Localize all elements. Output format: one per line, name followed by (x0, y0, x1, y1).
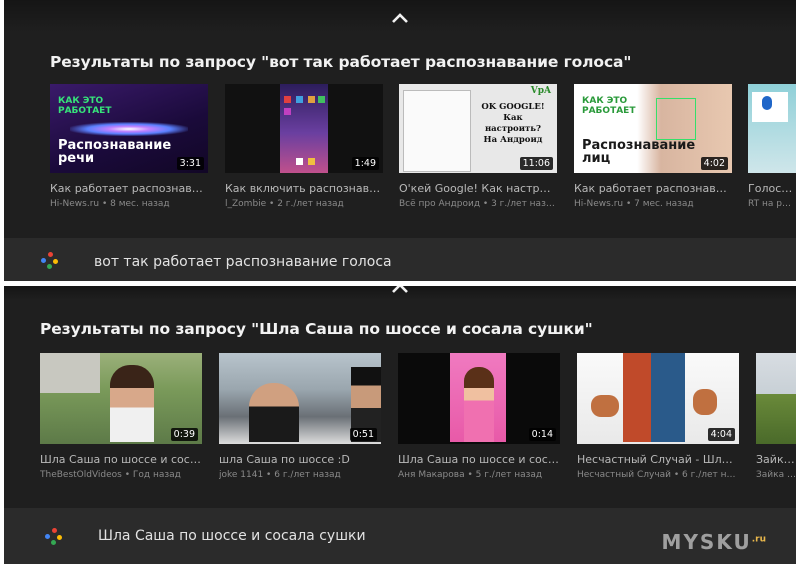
thumbnail-tag-text: КАК ЭТО РАБОТАЕТ (58, 96, 112, 116)
video-duration: 11:06 (519, 157, 553, 170)
video-duration: 0:39 (170, 428, 198, 441)
video-thumbnail[interactable]: VpA OK GOOGLE! Как настроить? На Андроид… (399, 84, 557, 173)
video-title: Зайка З (756, 453, 796, 466)
video-card[interactable]: Голосове RT на русс (748, 84, 796, 209)
person-graphic (249, 383, 299, 442)
video-meta: joke 1141 • 6 г./лет назад (219, 470, 341, 480)
chevron-up-icon[interactable] (391, 12, 409, 24)
person-graphic (110, 365, 154, 442)
video-title: Как работает распознаван... (50, 182, 208, 195)
tv-screen-top: Результаты по запросу "вот так работает … (4, 0, 796, 281)
video-card[interactable]: 0:14 Шла Саша по шоссе и соса... Аня Мак… (398, 353, 560, 480)
video-card[interactable]: 0:51 шла Саша по шоссе :D joke 1141 • 6 … (219, 353, 381, 480)
video-meta: l_Zombie • 2 г./лет назад (225, 199, 344, 209)
face-detection-box (656, 98, 696, 140)
video-duration: 0:51 (349, 428, 377, 441)
video-thumbnail[interactable]: 1:49 (225, 84, 383, 173)
tv-screen-bottom: Результаты по запросу "Шла Саша по шоссе… (4, 286, 796, 564)
video-title: Шла Саша по шоссе и соса... (40, 453, 202, 466)
video-meta: Hi-News.ru • 8 мес. назад (50, 199, 170, 209)
video-card[interactable]: 4:04 Несчастный Случай - Шла ... Несчаст… (577, 353, 739, 480)
video-meta: Несчастный Случай • 6 г./лет назад (577, 470, 739, 480)
google-assistant-icon[interactable] (40, 251, 62, 273)
video-title: Шла Саша по шоссе и соса... (398, 453, 560, 466)
video-meta: RT на русс (748, 199, 796, 209)
video-thumbnail[interactable]: 4:04 (577, 353, 739, 444)
figure-graphic (623, 353, 685, 442)
video-thumbnail[interactable] (748, 84, 796, 173)
video-title: Голосове (748, 182, 796, 195)
assistant-query-bar: вот так работает распознавание голоса (4, 238, 796, 281)
assistant-query-bar: Шла Саша по шоссе и сосала сушки MYSKU.r… (4, 508, 796, 564)
video-card[interactable]: 1:49 Как включить распознаван... l_Zombi… (225, 84, 383, 209)
hand-graphic (591, 395, 619, 417)
video-thumbnail[interactable]: 0:39 (40, 353, 202, 444)
results-panel: Результаты по запросу "вот так работает … (4, 32, 796, 238)
assistant-query-text: вот так работает распознавание голоса (94, 254, 392, 270)
chevron-up-icon[interactable] (391, 286, 409, 294)
video-thumbnail[interactable]: КАК ЭТО РАБОТАЕТ Распознавание лиц 4:02 (574, 84, 732, 173)
video-title: Как включить распознаван... (225, 182, 383, 195)
thumbnail-tag-text: КАК ЭТО РАБОТАЕТ (582, 96, 636, 116)
video-thumbnail[interactable]: КАК ЭТО РАБОТАЕТ Распознавание речи 3:31 (50, 84, 208, 173)
video-thumbnail[interactable]: 0:51 (219, 353, 381, 444)
video-duration: 3:31 (176, 157, 204, 170)
video-card[interactable]: 0:39 Шла Саша по шоссе и соса... TheBest… (40, 353, 202, 480)
video-card[interactable]: Зайка З Зайка Зай (756, 353, 796, 480)
video-card[interactable]: VpA OK GOOGLE! Как настроить? На Андроид… (399, 84, 557, 209)
results-title: Результаты по запросу "вот так работает … (50, 53, 632, 71)
video-title: шла Саша по шоссе :D (219, 453, 350, 466)
video-card[interactable]: КАК ЭТО РАБОТАЕТ Распознавание речи 3:31… (50, 84, 208, 209)
video-duration: 0:14 (528, 428, 556, 441)
video-meta: Зайка Зай (756, 470, 796, 480)
channel-badge: VpA (530, 86, 551, 96)
google-assistant-icon[interactable] (44, 527, 66, 549)
video-duration: 4:04 (707, 428, 735, 441)
video-meta: Всё про Андроид • 3 г./лет назад (399, 199, 557, 209)
thumbnail-heading-text: OK GOOGLE! Как настроить? На Андроид (481, 102, 545, 145)
site-watermark: MYSKU.ru (661, 530, 766, 554)
house-graphic (40, 353, 100, 393)
hand-graphic (693, 389, 717, 415)
voice-wave-graphic (70, 122, 188, 136)
assistant-query-text: Шла Саша по шоссе и сосала сушки (98, 528, 366, 544)
person-graphic (464, 367, 494, 442)
thumbnail-heading-text: Распознавание речи (58, 138, 172, 166)
video-title: Как работает распознаван... (574, 182, 732, 195)
phone-screenshot-graphic (403, 90, 471, 172)
video-title: О'кей Google! Как настроит... (399, 182, 557, 195)
video-meta: Hi-News.ru • 7 мес. назад (574, 199, 694, 209)
video-duration: 4:02 (700, 157, 728, 170)
video-thumbnail[interactable]: 0:14 (398, 353, 560, 444)
microphone-icon (762, 96, 772, 110)
video-title: Несчастный Случай - Шла ... (577, 453, 739, 466)
phone-screen-graphic (280, 84, 328, 173)
video-meta: Аня Макарова • 5 г./лет назад (398, 470, 543, 480)
video-meta: TheBestOldVideos • Год назад (40, 470, 181, 480)
video-thumbnail[interactable] (756, 353, 796, 444)
results-title: Результаты по запросу "Шла Саша по шоссе… (40, 320, 593, 338)
thumbnail-heading-text: Распознавание лиц (582, 138, 696, 166)
video-duration: 1:49 (351, 157, 379, 170)
results-panel: Результаты по запросу "Шла Саша по шоссе… (4, 300, 796, 508)
video-card[interactable]: КАК ЭТО РАБОТАЕТ Распознавание лиц 4:02 … (574, 84, 732, 209)
